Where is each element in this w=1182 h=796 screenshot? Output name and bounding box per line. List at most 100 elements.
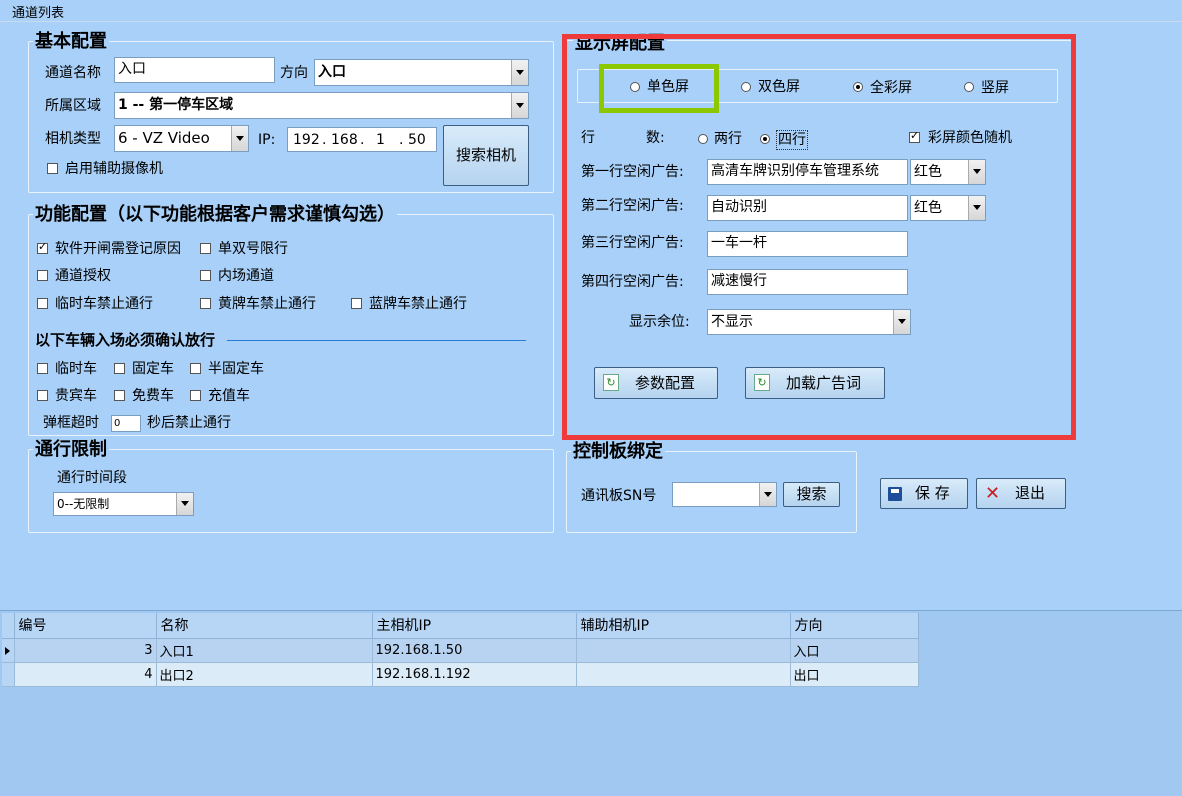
confirm-vip-checkbox[interactable] <box>37 390 48 401</box>
floppy-disk-icon <box>888 487 902 501</box>
four-rows-radio[interactable] <box>760 134 770 144</box>
line2-ad-input[interactable]: 自动识别 <box>707 195 908 221</box>
camera-type-select[interactable]: 6 - VZ Video <box>114 125 249 152</box>
cell-main-ip[interactable]: 192.168.1.192 <box>372 662 577 687</box>
pass-period-select[interactable]: 0--无限制 <box>53 492 194 516</box>
chevron-down-icon[interactable] <box>176 493 193 515</box>
ip-octet-2[interactable]: 168 <box>331 130 358 150</box>
temp-ban-checkbox[interactable] <box>37 298 48 309</box>
dual-screen-radio[interactable] <box>741 82 751 92</box>
direction-select[interactable]: 入口 <box>314 59 529 86</box>
cell-aux-ip[interactable] <box>576 662 791 687</box>
save-button[interactable]: 保 存 <box>880 478 968 509</box>
two-rows-radio[interactable] <box>698 134 708 144</box>
row-selector-header <box>2 613 15 639</box>
tab-title: 通道列表 <box>12 6 65 21</box>
line2-label: 第二行空闲广告: <box>581 198 684 214</box>
area-select[interactable]: 1 -- 第一停车区域 <box>114 92 529 119</box>
table-header-row: 编号 名称 主相机IP 辅助相机IP 方向 <box>2 613 919 639</box>
confirm-temp-label: 临时车 <box>55 361 97 377</box>
ip-octet-4[interactable]: 50 <box>408 130 426 150</box>
reason-label: 软件开闸需登记原因 <box>55 241 181 257</box>
channel-auth-checkbox[interactable] <box>37 270 48 281</box>
odd-even-checkbox[interactable] <box>200 243 211 254</box>
table-row[interactable]: 3 入口1 192.168.1.50 入口 <box>2 638 919 663</box>
save-label: 保 存 <box>915 484 950 502</box>
cell-name[interactable]: 出口2 <box>156 662 373 687</box>
confirm-semi-fixed-checkbox[interactable] <box>190 363 201 374</box>
tab-channel-list[interactable]: 通道列表 <box>0 0 1182 22</box>
line2-color-value: 红色 <box>914 200 942 216</box>
line4-ad-input[interactable]: 减速慢行 <box>707 269 908 295</box>
cell-direction[interactable]: 入口 <box>790 638 919 663</box>
cell-name[interactable]: 入口1 <box>156 638 373 663</box>
rows-label-b: 数: <box>646 130 665 146</box>
confirm-fixed-checkbox[interactable] <box>114 363 125 374</box>
cell-main-ip[interactable]: 192.168.1.50 <box>372 638 577 663</box>
yellow-ban-label: 黄牌车禁止通行 <box>218 296 316 312</box>
aux-camera-checkbox[interactable] <box>47 163 58 174</box>
exit-label: 退出 <box>1015 484 1046 502</box>
refresh-icon: ↻ <box>754 374 770 391</box>
header-name[interactable]: 名称 <box>156 613 373 639</box>
ip-address-input[interactable]: 192 . 168 . 1 . 50 <box>287 127 437 152</box>
inner-channel-checkbox[interactable] <box>200 270 211 281</box>
confirm-free-checkbox[interactable] <box>114 390 125 401</box>
four-rows-label: 四行 <box>776 130 808 150</box>
chevron-down-icon[interactable] <box>511 60 528 85</box>
line1-label: 第一行空闲广告: <box>581 164 684 180</box>
camera-type-label: 相机类型 <box>45 131 101 147</box>
line3-ad-input[interactable]: 一车一杆 <box>707 231 908 257</box>
confirm-prepaid-checkbox[interactable] <box>190 390 201 401</box>
full-color-screen-radio[interactable] <box>853 82 863 92</box>
line1-color-select[interactable]: 红色 <box>910 159 986 185</box>
line2-color-select[interactable]: 红色 <box>910 195 986 221</box>
temp-ban-label: 临时车禁止通行 <box>55 296 153 312</box>
param-config-button[interactable]: ↻ 参数配置 <box>594 367 718 399</box>
two-rows-label: 两行 <box>714 131 742 147</box>
sn-select[interactable] <box>672 482 777 507</box>
row-selector[interactable] <box>2 638 15 663</box>
line1-color-value: 红色 <box>914 164 942 180</box>
header-aux-ip[interactable]: 辅助相机IP <box>576 613 791 639</box>
random-color-checkbox[interactable] <box>909 129 920 143</box>
channel-name-input[interactable]: 入口 <box>114 57 275 83</box>
yellow-ban-checkbox[interactable] <box>200 298 211 309</box>
direction-label: 方向 <box>280 65 308 81</box>
remaining-spaces-select[interactable]: 不显示 <box>707 309 911 335</box>
param-config-label: 参数配置 <box>635 374 696 392</box>
chevron-down-icon[interactable] <box>759 483 776 506</box>
search-camera-button[interactable]: 搜索相机 <box>443 125 529 186</box>
vertical-screen-radio[interactable] <box>964 82 974 92</box>
cell-aux-ip[interactable] <box>576 638 791 663</box>
table-row[interactable]: 4 出口2 192.168.1.192 出口 <box>2 662 919 687</box>
cell-direction[interactable]: 出口 <box>790 662 919 687</box>
header-main-ip[interactable]: 主相机IP <box>372 613 577 639</box>
blue-ban-checkbox[interactable] <box>351 298 362 309</box>
popup-timeout-input[interactable]: 0 <box>111 415 141 432</box>
confirm-temp-checkbox[interactable] <box>37 363 48 374</box>
ip-octet-1[interactable]: 192 <box>293 130 320 150</box>
reason-checkbox[interactable] <box>37 240 48 254</box>
exit-button[interactable]: ✕ 退出 <box>976 478 1066 509</box>
ip-octet-3[interactable]: 1 <box>376 130 385 150</box>
line1-ad-input[interactable]: 高清车牌识别停车管理系统 <box>707 159 908 185</box>
chevron-down-icon[interactable] <box>893 310 910 334</box>
channel-table[interactable]: 编号 名称 主相机IP 辅助相机IP 方向 3 入口1 192.168.1.50… <box>2 613 919 687</box>
confirm-vip-label: 贵宾车 <box>55 388 97 404</box>
chevron-down-icon[interactable] <box>968 160 985 184</box>
mono-screen-label: 单色屏 <box>647 79 689 95</box>
cell-id[interactable]: 3 <box>14 638 157 663</box>
cell-id[interactable]: 4 <box>14 662 157 687</box>
header-direction[interactable]: 方向 <box>790 613 919 639</box>
line4-label: 第四行空闲广告: <box>581 274 684 290</box>
row-selector[interactable] <box>2 662 15 687</box>
load-ad-button[interactable]: ↻ 加载广告词 <box>745 367 885 399</box>
pass-period-value: 0--无限制 <box>57 497 110 511</box>
mono-screen-radio[interactable] <box>630 82 640 92</box>
chevron-down-icon[interactable] <box>968 196 985 220</box>
chevron-down-icon[interactable] <box>231 126 248 151</box>
board-search-button[interactable]: 搜索 <box>783 482 840 507</box>
chevron-down-icon[interactable] <box>511 93 528 118</box>
header-id[interactable]: 编号 <box>14 613 157 639</box>
